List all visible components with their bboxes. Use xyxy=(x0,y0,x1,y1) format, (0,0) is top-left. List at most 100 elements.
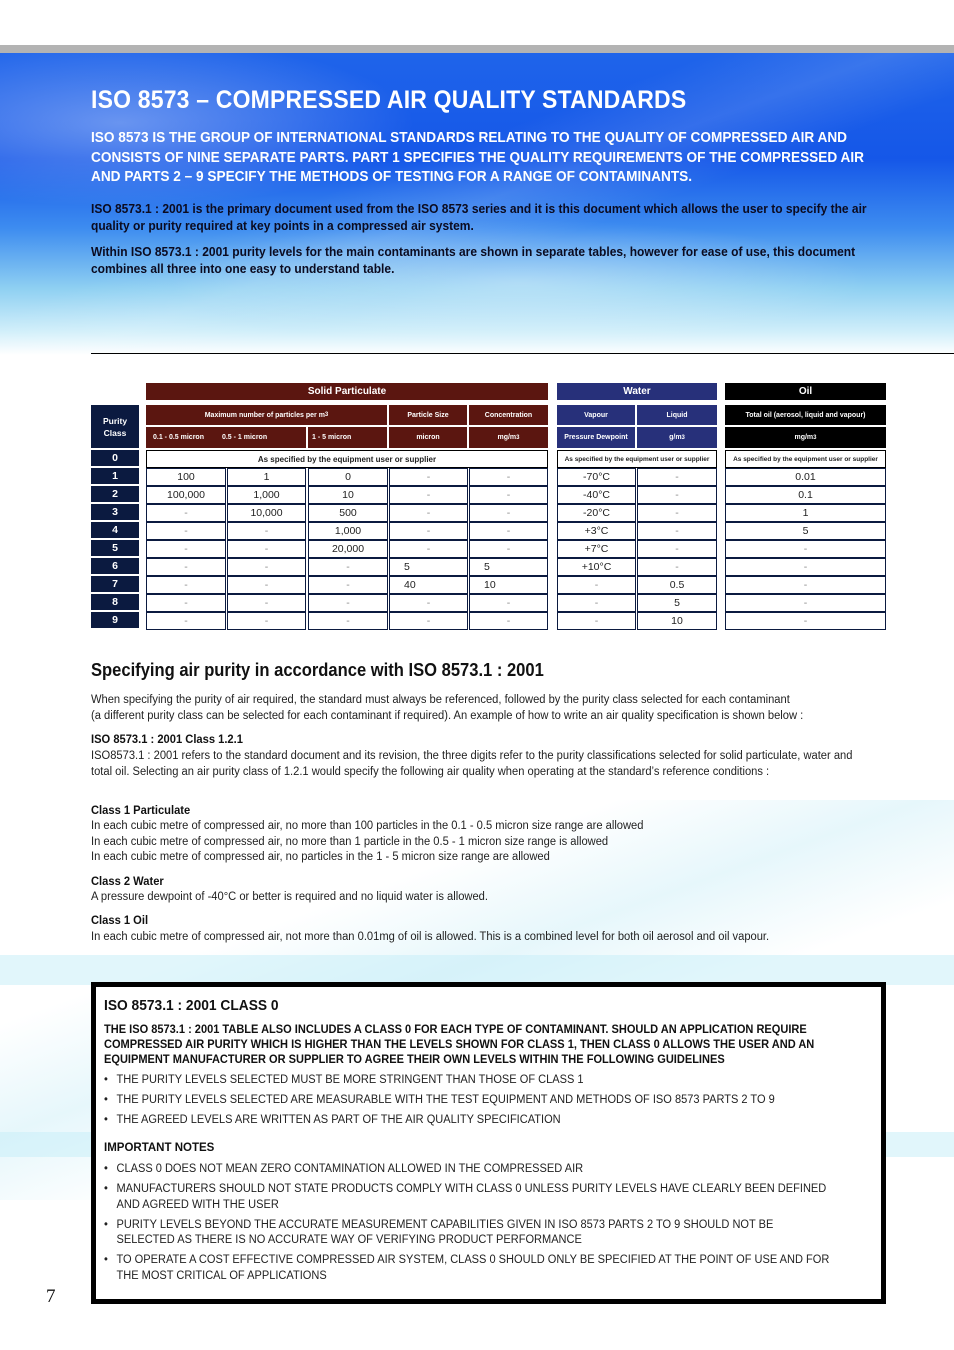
purity-class-number: 2 xyxy=(91,486,139,502)
solid-cell: - xyxy=(146,558,226,576)
group-header-oil: Oil xyxy=(725,383,886,400)
unit-g-m3-label: g/m xyxy=(669,434,682,441)
subheader-liquid: Liquid xyxy=(637,405,717,425)
unit-g-m3: g/m 3 xyxy=(637,427,717,448)
solid-cell: - xyxy=(227,594,306,612)
solid-cell: 5 xyxy=(389,558,468,576)
solid-cell: - xyxy=(389,540,468,558)
water-text: A pressure dewpoint of -40°C or better i… xyxy=(91,891,488,903)
note-item: PURITY LEVELS BEYOND THE ACCURATE MEASUR… xyxy=(104,1218,834,1249)
solid-cell: 100,000 xyxy=(146,486,226,504)
note-item: TO OPERATE A COST EFFECTIVE COMPRESSED A… xyxy=(104,1253,834,1284)
water-cell: - xyxy=(557,576,636,594)
water-cell: -20°C xyxy=(557,504,636,522)
water-cell: 0.5 xyxy=(637,576,717,594)
water-cell: 10 xyxy=(637,612,717,630)
solid-cell: 10,000 xyxy=(227,504,306,522)
hero-divider xyxy=(91,353,954,354)
oil-cell: - xyxy=(725,558,886,576)
note-item: MANUFACTURERS SHOULD NOT STATE PRODUCTS … xyxy=(104,1182,834,1213)
purity-class-number: 9 xyxy=(91,612,139,628)
solid-cell: 40 xyxy=(389,576,468,594)
purity-class-number: 8 xyxy=(91,594,139,610)
guideline-item: THE PURITY LEVELS SELECTED ARE MEASURABL… xyxy=(104,1093,834,1109)
subheader-total-oil: Total oil (aerosol, liquid and vapour) xyxy=(725,405,886,425)
purity-class-number: 7 xyxy=(91,576,139,592)
solid-cell: 1,000 xyxy=(308,522,388,540)
solid-cell: - xyxy=(227,558,306,576)
solid-cell: - xyxy=(469,612,548,630)
oil-text: In each cubic metre of compressed air, n… xyxy=(91,931,770,943)
solid-cell: - xyxy=(227,612,306,630)
unit-micron: micron xyxy=(389,427,467,448)
group-header-solid: Solid Particulate xyxy=(146,383,548,400)
solid-cell: 10 xyxy=(469,576,548,594)
solid-cell: - xyxy=(389,594,468,612)
purity-class-label: Purity Class xyxy=(102,415,128,438)
spec-intro-line-2: (a different purity class can be selecte… xyxy=(91,710,804,722)
guideline-item: THE PURITY LEVELS SELECTED MUST BE MORE … xyxy=(104,1073,834,1089)
solid-cell: - xyxy=(227,576,306,594)
oil-cell: 0.1 xyxy=(725,486,886,504)
guideline-item: THE AGREED LEVELS ARE WRITTEN AS PART OF… xyxy=(104,1113,834,1129)
class-0-oil-note: As specified by the equipment user or su… xyxy=(725,450,886,468)
water-cell: - xyxy=(637,486,717,504)
background-stripe xyxy=(0,955,954,985)
top-gray-bar xyxy=(0,45,954,53)
purity-class-number: 5 xyxy=(91,540,139,556)
solid-cell: 20,000 xyxy=(308,540,388,558)
oil-cell: 1 xyxy=(725,504,886,522)
oil-cell: - xyxy=(725,540,886,558)
solid-cell: 1 xyxy=(227,468,306,486)
oil-cell: 5 xyxy=(725,522,886,540)
water-cell: - xyxy=(557,612,636,630)
particulate-label: Class 1 Particulate xyxy=(91,805,191,817)
subheader-particle-size: Particle Size xyxy=(389,405,467,425)
solid-cell: - xyxy=(146,540,226,558)
spec-intro-line-1: When specifying the purity of air requir… xyxy=(91,694,790,706)
water-cell: 5 xyxy=(637,594,717,612)
subheader-concentration: Concentration xyxy=(469,405,548,425)
solid-cell: 500 xyxy=(308,504,388,522)
solid-cell: - xyxy=(308,594,388,612)
oil-cell: 0.01 xyxy=(725,468,886,486)
group-header-water: Water xyxy=(557,383,717,400)
water-cell: - xyxy=(637,540,717,558)
solid-cell: - xyxy=(389,486,468,504)
water-label: Class 2 Water xyxy=(91,876,164,888)
subheader-vapour: Vapour xyxy=(557,405,635,425)
solid-cell: - xyxy=(146,576,226,594)
water-cell: +10°C xyxy=(557,558,636,576)
solid-cell: - xyxy=(146,504,226,522)
solid-cell: - xyxy=(389,504,468,522)
class-0-solid-note: As specified by the equipment user or su… xyxy=(146,450,548,468)
solid-cell: - xyxy=(469,540,548,558)
solid-cell: 100 xyxy=(146,468,226,486)
water-cell: - xyxy=(557,594,636,612)
particulate-line-3: In each cubic metre of compressed air, n… xyxy=(91,851,550,863)
water-cell: +3°C xyxy=(557,522,636,540)
purity-class-number: 1 xyxy=(91,468,139,484)
solid-cell: - xyxy=(469,594,548,612)
purity-class-number: 0 xyxy=(91,450,139,466)
particulate-line-1: In each cubic metre of compressed air, n… xyxy=(91,820,644,832)
water-cell: +7°C xyxy=(557,540,636,558)
solid-cell: 1,000 xyxy=(227,486,306,504)
page-title: ISO 8573 – COMPRESSED AIR QUALITY STANDA… xyxy=(91,86,687,114)
solid-cell: - xyxy=(308,558,388,576)
solid-cell: - xyxy=(469,504,548,522)
water-cell: - xyxy=(637,522,717,540)
intro-paragraph-2: Within ISO 8573.1 : 2001 purity levels f… xyxy=(91,245,856,276)
solid-cell: 0 xyxy=(308,468,388,486)
particulate-line-2: In each cubic metre of compressed air, n… xyxy=(91,836,609,848)
unit-mg-m3-label: mg/m xyxy=(497,434,517,441)
unit-05-1-micron: 0.5 - 1 micron xyxy=(221,434,268,441)
solid-cell: - xyxy=(469,486,548,504)
solid-cell: - xyxy=(308,612,388,630)
solid-cell: - xyxy=(146,522,226,540)
guidelines-list: THE PURITY LEVELS SELECTED MUST BE MORE … xyxy=(104,1073,834,1133)
example-text: ISO8573.1 : 2001 refers to the standard … xyxy=(91,750,853,778)
unit-pressure-dewpoint: Pressure Dewpoint xyxy=(557,427,635,448)
solid-cell: - xyxy=(227,522,306,540)
purity-class-number: 4 xyxy=(91,522,139,538)
